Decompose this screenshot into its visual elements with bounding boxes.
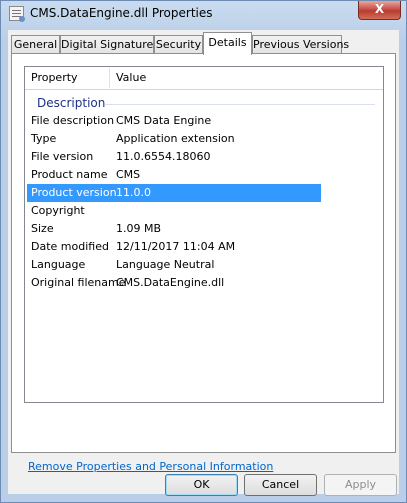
table-row-selected[interactable]: Product version 11.0.0 [27, 184, 321, 202]
cancel-button[interactable]: Cancel [244, 474, 317, 496]
table-row[interactable]: Size 1.09 MB [25, 220, 383, 238]
group-header-description: Description [37, 96, 106, 110]
tab-security[interactable]: Security [154, 35, 203, 54]
property-value: CMS [116, 168, 141, 181]
table-row[interactable]: Date modified 12/11/2017 11:04 AM [25, 238, 383, 256]
details-list[interactable]: Property Value Description File descript… [24, 66, 384, 403]
property-value: Language Neutral [116, 258, 215, 271]
group-divider [105, 104, 375, 105]
property-name: Type [31, 132, 57, 145]
property-value: 11.0.6554.18060 [116, 150, 211, 163]
property-name: Language [31, 258, 86, 271]
tab-previous-versions[interactable]: Previous Versions [252, 35, 349, 54]
property-value: 12/11/2017 11:04 AM [116, 240, 236, 253]
tab-strip: General Digital Signatures Security Deta… [8, 32, 399, 55]
column-header-value[interactable]: Value [116, 71, 146, 84]
property-name: Copyright [31, 204, 85, 217]
property-name: Date modified [31, 240, 109, 253]
table-row[interactable]: Copyright [25, 202, 383, 220]
apply-button[interactable]: Apply [324, 474, 397, 496]
ok-button[interactable]: OK [165, 474, 238, 496]
properties-dialog: CMS.DataEngine.dll Properties X General … [0, 0, 407, 503]
table-row[interactable]: File description CMS Data Engine [25, 112, 383, 130]
table-row[interactable]: Type Application extension [25, 130, 383, 148]
remove-properties-link[interactable]: Remove Properties and Personal Informati… [28, 460, 273, 473]
details-tab-panel: Property Value Description File descript… [11, 53, 396, 473]
title-bar[interactable]: CMS.DataEngine.dll Properties X [1, 1, 406, 27]
close-button[interactable]: X [358, 1, 401, 20]
column-divider[interactable] [109, 68, 110, 88]
dialog-client-area: General Digital Signatures Security Deta… [8, 30, 399, 496]
dll-file-icon [9, 6, 25, 22]
property-value: CMS Data Engine [116, 114, 212, 127]
property-name: Size [31, 222, 54, 235]
window-title: CMS.DataEngine.dll Properties [30, 6, 213, 20]
property-name: File version [31, 150, 94, 163]
property-value: 1.09 MB [116, 222, 162, 235]
property-name: Product version [31, 186, 117, 199]
property-name: File description [31, 114, 115, 127]
property-name: Product name [31, 168, 108, 181]
tab-digital-signatures[interactable]: Digital Signatures [60, 35, 159, 54]
property-value: CMS.DataEngine.dll [116, 276, 225, 289]
table-row[interactable]: Language Language Neutral [25, 256, 383, 274]
tab-general[interactable]: General [11, 35, 60, 54]
list-header: Property Value [25, 67, 383, 90]
table-row[interactable]: File version 11.0.6554.18060 [25, 148, 383, 166]
property-value: 11.0.0 [116, 186, 151, 199]
table-row[interactable]: Original filename CMS.DataEngine.dll [25, 274, 383, 292]
property-value: Application extension [116, 132, 235, 145]
close-icon: X [374, 2, 385, 16]
table-row[interactable]: Product name CMS [25, 166, 383, 184]
tab-details[interactable]: Details [203, 32, 252, 55]
property-name: Original filename [31, 276, 126, 289]
column-header-property[interactable]: Property [31, 71, 78, 84]
